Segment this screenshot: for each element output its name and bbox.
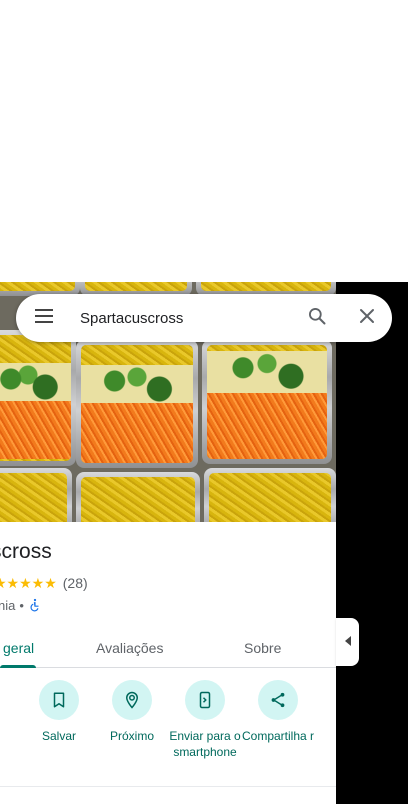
rating-row[interactable]: ★★★★★ (28): [0, 574, 88, 592]
clear-search-button[interactable]: [342, 294, 392, 342]
wheelchair-icon: [28, 598, 42, 612]
action-row: s Salvar Próximo Enviar para o smartphon…: [0, 680, 336, 780]
search-icon: [307, 306, 327, 331]
menu-icon: [34, 308, 54, 329]
review-count: (28): [62, 575, 88, 591]
rating-stars: ★★★★★: [0, 574, 57, 591]
save-button[interactable]: Salvar: [21, 680, 97, 744]
collapse-panel-button[interactable]: [336, 618, 359, 666]
active-tab-indicator: [0, 665, 36, 668]
nearby-icon: [112, 680, 152, 720]
tab-reviews[interactable]: Avaliações: [96, 628, 163, 668]
close-icon: [359, 308, 375, 329]
place-tabs: geral Avaliações Sobre: [0, 628, 336, 668]
search-button[interactable]: [292, 294, 342, 342]
send-to-phone-icon: [185, 680, 225, 720]
share-button[interactable]: Compartilha r: [240, 680, 316, 744]
menu-button[interactable]: [16, 294, 72, 342]
search-input[interactable]: Spartacuscross: [72, 310, 292, 327]
category-label: nia: [0, 597, 16, 613]
category-row: nia •: [0, 596, 42, 614]
place-panel: Spartacuscross ★★★★★ (28) nia • geral Av…: [0, 282, 336, 804]
divider: [0, 786, 336, 787]
nearby-button[interactable]: Próximo: [94, 680, 170, 744]
tab-about[interactable]: Sobre: [244, 628, 281, 668]
send-to-phone-button[interactable]: Enviar para o smartphone: [167, 680, 243, 760]
screen: Spartacuscross ★★★★★ (28) nia • geral Av…: [0, 0, 408, 804]
share-icon: [258, 680, 298, 720]
tab-overview[interactable]: geral: [3, 628, 34, 668]
collapse-left-icon: [344, 633, 352, 651]
place-title: Spartacuscross: [0, 540, 52, 563]
search-bar[interactable]: Spartacuscross: [16, 294, 392, 342]
bookmark-icon: [39, 680, 79, 720]
directions-button[interactable]: s: [0, 680, 18, 744]
separator: •: [19, 597, 24, 613]
